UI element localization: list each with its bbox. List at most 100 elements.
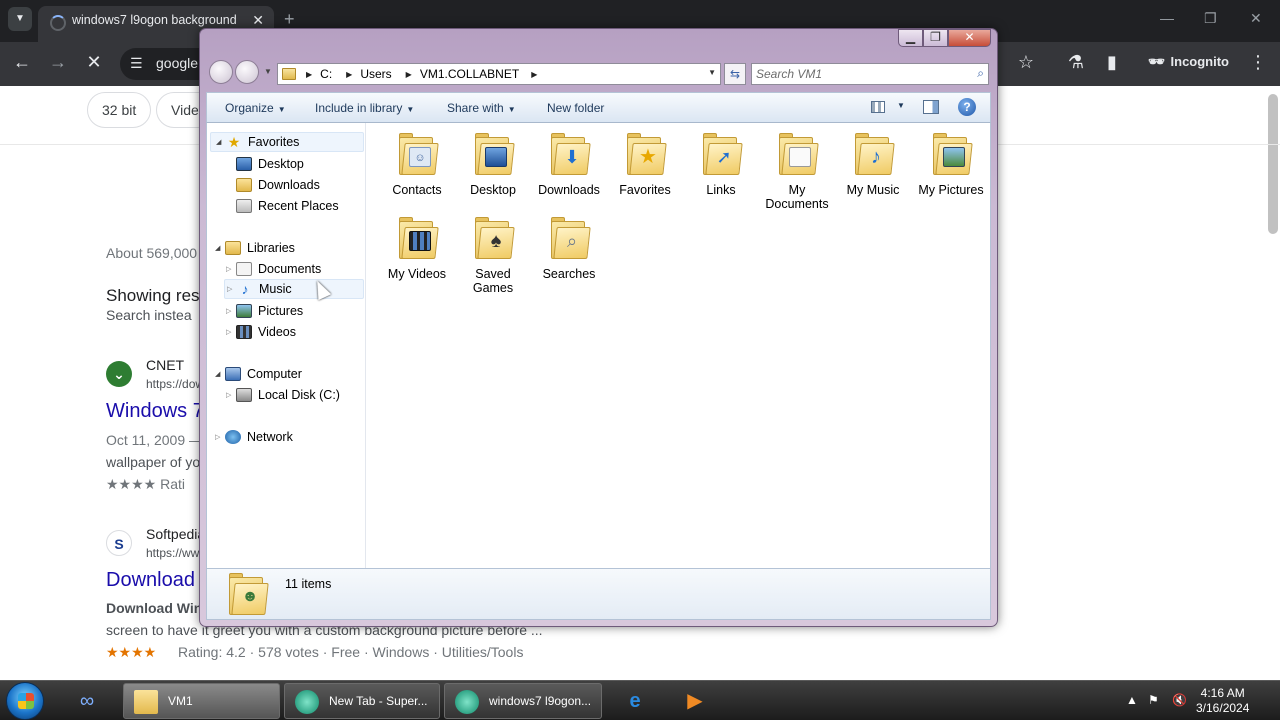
file-list-pane[interactable]: ☺ Contacts Desktop ⬇ Downloads ★ Favorit… <box>367 123 992 568</box>
address-bar[interactable]: ▶ C: ▶ Users ▶ VM1.COLLABNET ▶ ▼ <box>277 63 721 85</box>
view-options-dropdown-icon[interactable]: ▼ <box>897 101 905 110</box>
tab-close-icon[interactable]: ✕ <box>252 12 264 29</box>
address-history-dropdown-icon[interactable]: ▼ <box>708 68 716 77</box>
taskbar-task-windows7[interactable]: windows7 l9ogon... <box>444 683 602 719</box>
clock-date: 3/16/2024 <box>1196 701 1250 715</box>
search-icon[interactable]: ⌕ <box>977 66 984 81</box>
breadcrumb-arrow-icon[interactable]: ▶ <box>406 70 412 79</box>
nav-pictures[interactable]: ▷ Pictures <box>226 301 303 321</box>
folder-label: Desktop <box>470 183 516 197</box>
breadcrumb-arrow-icon[interactable]: ▶ <box>531 70 537 79</box>
folder-my-documents[interactable]: My Documents <box>759 133 835 211</box>
nav-videos[interactable]: ▷ Videos <box>226 322 296 342</box>
nav-libraries[interactable]: ◢ Libraries <box>215 238 295 258</box>
nav-computer[interactable]: ◢ Computer <box>215 364 302 384</box>
new-tab-button[interactable]: + <box>284 9 295 30</box>
nav-local-disk[interactable]: ▷ Local Disk (C:) <box>226 385 340 405</box>
folder-my-videos[interactable]: My Videos <box>379 217 455 281</box>
include-in-library-button[interactable]: Include in library ▼ <box>315 101 414 115</box>
folder-saved-games[interactable]: ♠ Saved Games <box>455 217 531 295</box>
back-button-icon[interactable] <box>209 60 233 84</box>
search-input[interactable]: Search VM1 ⌕ <box>751 63 989 85</box>
nav-recent-places[interactable]: Recent Places <box>236 196 339 216</box>
internet-explorer-icon[interactable]: e <box>608 684 662 718</box>
nav-music[interactable]: ▷ ♪ Music <box>224 279 364 299</box>
taskbar-task-new-tab[interactable]: New Tab - Super... <box>284 683 440 719</box>
forward-arrow-icon[interactable]: → <box>46 52 70 73</box>
collapse-triangle-icon[interactable]: ◢ <box>215 370 225 378</box>
folder-searches[interactable]: ⌕ Searches <box>531 217 607 281</box>
incognito-indicator[interactable]: 🕶 Incognito <box>1148 54 1229 70</box>
bookmark-star-icon[interactable]: ☆ <box>1014 52 1038 73</box>
folder-favorites[interactable]: ★ Favorites <box>607 133 683 197</box>
browser-restore-icon[interactable]: ❐ <box>1204 10 1217 27</box>
system-clock[interactable]: 4:16 AM 3/16/2024 <box>1196 686 1249 716</box>
pinned-app-icon[interactable]: ∞ <box>60 684 114 718</box>
site-info-icon[interactable]: ☰ <box>130 55 143 72</box>
folder-my-music[interactable]: ♪ My Music <box>835 133 911 197</box>
change-view-icon[interactable] <box>871 101 885 113</box>
result1-title[interactable]: Windows 7 <box>106 400 204 423</box>
expand-triangle-icon[interactable]: ▷ <box>226 328 236 336</box>
browser-close-icon[interactable]: ✕ <box>1250 10 1262 27</box>
start-button-icon[interactable] <box>6 682 44 720</box>
page-scrollbar[interactable] <box>1268 94 1278 234</box>
breadcrumb-vm1[interactable]: VM1.COLLABNET <box>420 67 519 81</box>
expand-triangle-icon[interactable]: ▷ <box>226 391 236 399</box>
collapse-triangle-icon[interactable]: ◢ <box>215 244 225 252</box>
collapse-triangle-icon[interactable]: ◢ <box>216 138 226 146</box>
breadcrumb-arrow-icon[interactable]: ▶ <box>306 70 312 79</box>
recent-pages-dropdown-icon[interactable]: ▼ <box>264 67 272 76</box>
nav-downloads[interactable]: Downloads <box>236 175 320 195</box>
preview-pane-icon[interactable] <box>923 100 939 114</box>
expand-triangle-icon[interactable]: ▷ <box>226 265 236 273</box>
window-minimize-icon[interactable]: ▁ <box>898 29 923 47</box>
expand-triangle-icon[interactable]: ▷ <box>227 285 237 293</box>
folder-downloads[interactable]: ⬇ Downloads <box>531 133 607 197</box>
expand-triangle-icon[interactable]: ▷ <box>215 433 225 441</box>
clock-time: 4:16 AM <box>1200 686 1245 700</box>
nav-desktop[interactable]: Desktop <box>236 154 304 174</box>
searches-icon: ⌕ <box>547 217 591 261</box>
forward-button-icon[interactable] <box>235 60 259 84</box>
nav-network[interactable]: ▷ Network <box>215 427 293 447</box>
organize-button[interactable]: Organize ▼ <box>225 101 286 115</box>
nav-favorites[interactable]: ◢ ★ Favorites <box>210 132 364 152</box>
expand-triangle-icon[interactable]: ▷ <box>226 307 236 315</box>
browser-minimize-icon[interactable]: — <box>1160 10 1174 26</box>
taskbar-task-vm1[interactable]: VM1 <box>123 683 280 719</box>
folder-contacts[interactable]: ☺ Contacts <box>379 133 455 197</box>
breadcrumb-users[interactable]: Users <box>360 67 391 81</box>
filter-chip-32bit[interactable]: 32 bit <box>87 92 152 128</box>
stop-loading-icon[interactable]: ✕ <box>82 52 106 73</box>
breadcrumb-arrow-icon[interactable]: ▶ <box>346 70 352 79</box>
browser-menu-icon[interactable]: ⋮ <box>1246 52 1270 73</box>
breadcrumb-c[interactable]: C: <box>320 67 332 81</box>
window-maximize-icon[interactable]: ❐ <box>923 29 948 47</box>
hard-drive-icon <box>236 388 252 402</box>
new-folder-button[interactable]: New folder <box>547 101 604 115</box>
refresh-icon[interactable]: ⇆ <box>724 63 746 85</box>
action-center-icon[interactable]: ⚑ <box>1148 693 1159 707</box>
address-omnibox[interactable]: ☰ google <box>120 48 210 80</box>
window-close-icon[interactable]: ✕ <box>948 29 991 47</box>
volume-muted-icon[interactable]: 🔇 <box>1172 693 1187 707</box>
result1-url[interactable]: https://dow <box>146 377 204 391</box>
media-player-icon[interactable]: ▶ <box>668 684 722 718</box>
side-panel-icon[interactable]: ▮ <box>1100 52 1124 73</box>
search-instead[interactable]: Search instea <box>106 307 192 323</box>
explorer-window[interactable]: ▁ ❐ ✕ ▼ ▶ C: ▶ Users ▶ VM1.COLLABNET ▶ ▼… <box>199 28 998 627</box>
tab-search-icon[interactable]: ▼ <box>8 7 32 31</box>
folder-links[interactable]: ➚ Links <box>683 133 759 197</box>
share-with-button[interactable]: Share with ▼ <box>447 101 516 115</box>
navigation-pane[interactable]: ◢ ★ Favorites Desktop Downloads Recent P… <box>207 123 366 568</box>
folder-my-pictures[interactable]: My Pictures <box>913 133 989 197</box>
folder-desktop[interactable]: Desktop <box>455 133 531 197</box>
chevron-down-icon: ▼ <box>507 105 516 114</box>
labs-flask-icon[interactable]: ⚗ <box>1064 52 1088 73</box>
nav-documents[interactable]: ▷ Documents <box>226 259 321 279</box>
desktop-icon <box>236 157 252 171</box>
help-icon[interactable]: ? <box>958 98 976 116</box>
back-arrow-icon[interactable]: ← <box>10 52 34 73</box>
show-hidden-icons[interactable]: ▲ <box>1126 693 1138 707</box>
